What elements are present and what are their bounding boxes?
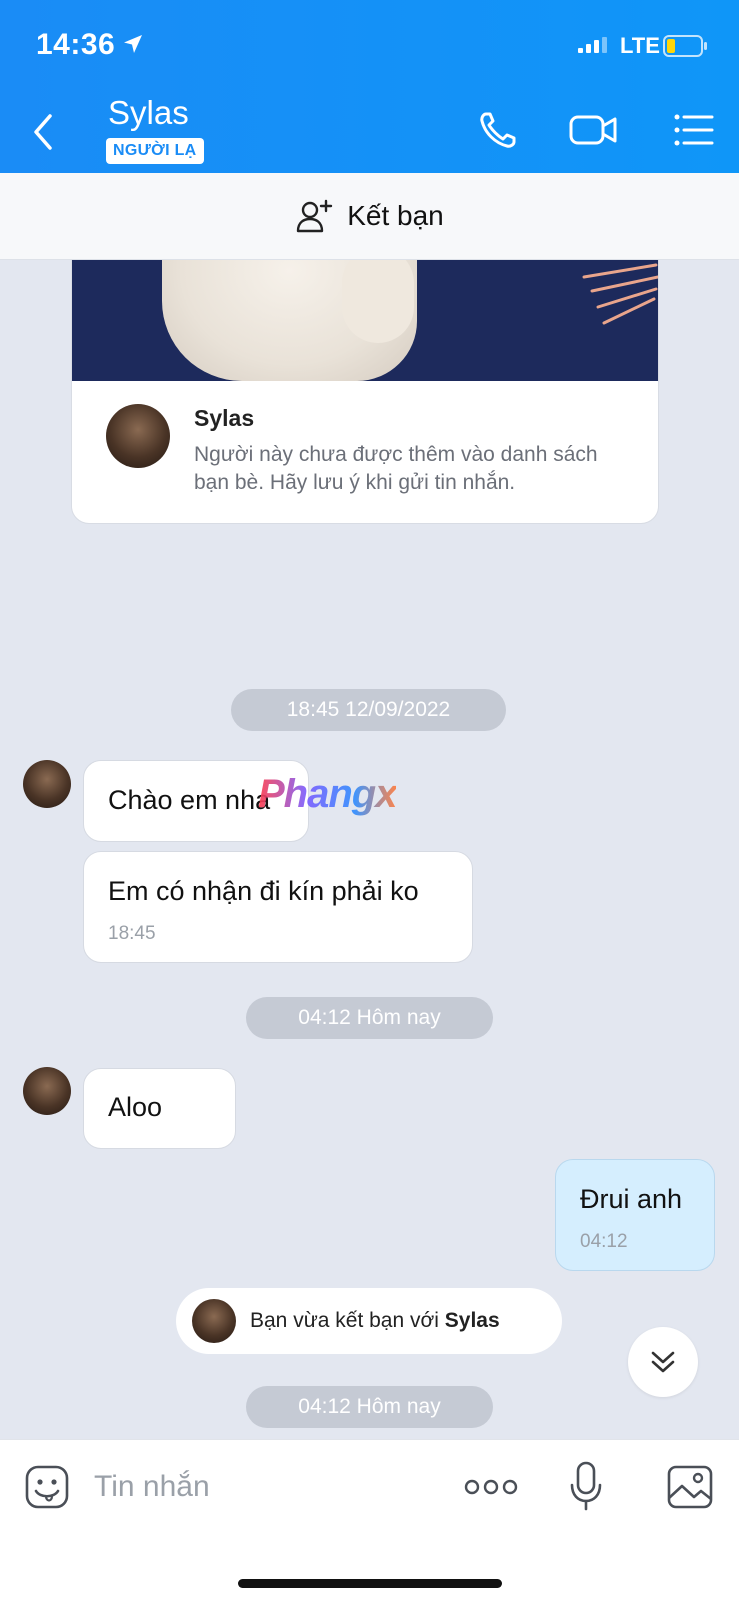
more-dots-icon[interactable]	[463, 1476, 519, 1498]
message-text: Đrui anh	[580, 1184, 683, 1214]
add-friend-bar[interactable]: Kết bạn	[0, 173, 739, 260]
add-friend-icon	[297, 199, 333, 233]
battery-icon	[663, 35, 707, 57]
message-text: Aloo	[108, 1092, 163, 1122]
stranger-badge: NGƯỜI LẠ	[106, 138, 204, 164]
watermark: Phangx	[258, 772, 397, 816]
status-time: 14:36	[36, 28, 116, 61]
avatar[interactable]	[23, 760, 71, 808]
emoji-icon[interactable]	[24, 1464, 70, 1510]
microphone-icon[interactable]	[568, 1460, 604, 1512]
avatar	[192, 1299, 236, 1343]
video-icon[interactable]	[568, 108, 620, 152]
message-time: 18:45	[108, 923, 156, 944]
stranger-profile-card: Sylas Người này chưa được thêm vào danh …	[71, 236, 659, 524]
message-bubble[interactable]: Em có nhận đi kín phải ko 18:45	[83, 851, 473, 963]
avatar[interactable]	[106, 404, 170, 468]
card-description: Người này chưa được thêm vào danh sách b…	[194, 443, 598, 494]
notice-text: Bạn vừa kết bạn với	[250, 1309, 439, 1332]
message-input[interactable]: Tin nhắn	[94, 1470, 210, 1504]
message-text: Em có nhận đi kín phải ko	[108, 876, 419, 906]
phone-icon[interactable]	[476, 108, 520, 152]
contact-name[interactable]: Sylas	[108, 94, 189, 132]
signal-icon	[578, 37, 607, 53]
location-arrow-icon	[124, 35, 142, 53]
date-separator: 18:45 12/09/2022	[231, 689, 506, 731]
my-message-bubble[interactable]: Đrui anh 04:12	[555, 1159, 715, 1271]
network-label: LTE	[620, 33, 660, 58]
scroll-down-icon	[651, 1351, 675, 1373]
scroll-down-button[interactable]	[628, 1327, 698, 1397]
message-bubble[interactable]: Aloo	[83, 1068, 236, 1149]
menu-list-icon[interactable]	[672, 108, 716, 152]
notice-name: Sylas	[444, 1309, 500, 1332]
back-icon[interactable]	[28, 110, 58, 154]
message-input-bar: Tin nhắn	[0, 1439, 739, 1600]
card-name: Sylas	[194, 405, 255, 431]
date-separator: 04:12 Hôm nay	[246, 997, 493, 1039]
home-indicator	[238, 1579, 502, 1588]
friend-added-notice: Bạn vừa kết bạn với Sylas	[176, 1288, 562, 1354]
image-icon[interactable]	[666, 1464, 714, 1510]
chat-header: 14:36 LTE Sylas NGƯỜI LẠ	[0, 0, 739, 173]
date-separator: 04:12 Hôm nay	[246, 1386, 493, 1428]
message-time: 04:12	[580, 1231, 628, 1252]
add-friend-label: Kết bạn	[347, 200, 444, 231]
avatar[interactable]	[23, 1067, 71, 1115]
